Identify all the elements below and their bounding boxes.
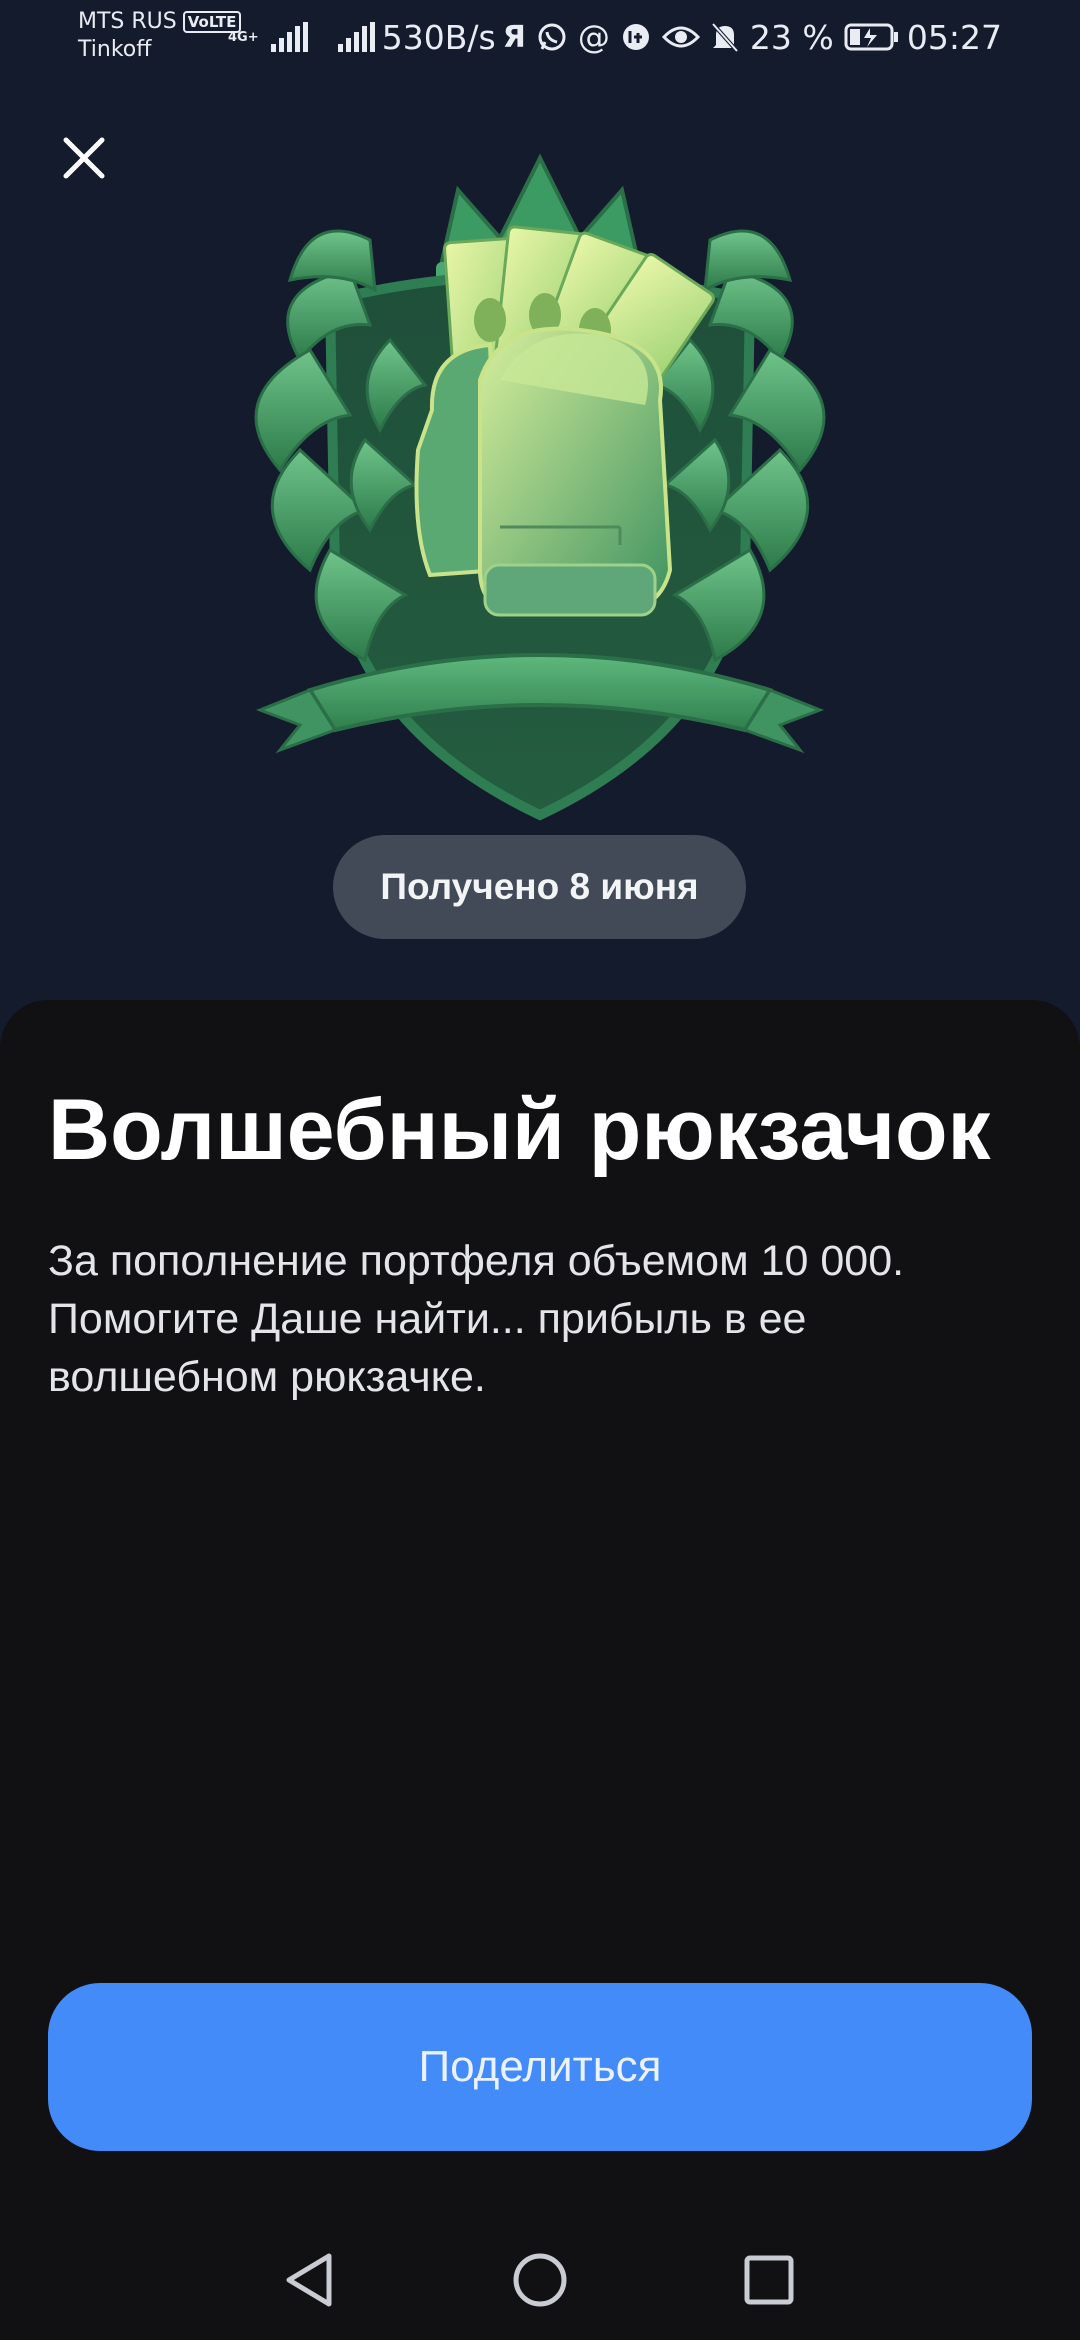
battery-percent: 23 % [749, 17, 834, 57]
eye-icon [661, 23, 700, 51]
clock: 05:27 [906, 17, 1002, 57]
notification-badge-icon [620, 21, 652, 53]
carrier-info: MTS RUS VoLTE Tinkoff [78, 8, 242, 64]
signal-icon [270, 22, 308, 52]
bell-muted-icon [710, 21, 740, 53]
signal-icon [337, 22, 375, 52]
signal-group: 4G+ [228, 22, 375, 52]
achievement-sheet: Волшебный рюкзачок За пополнение портфел… [0, 1000, 1080, 2340]
nav-back-button[interactable] [269, 2240, 349, 2320]
home-icon [513, 2253, 567, 2307]
battery-charging-icon [844, 22, 900, 52]
magic-backpack-badge [254, 153, 826, 821]
achievement-screen: MTS RUS VoLTE Tinkoff 4G+ 530B/s Я @ 23 … [0, 0, 1080, 2340]
achievement-description: За пополнение портфеля объемом 10 000. П… [48, 1237, 905, 1401]
status-bar: MTS RUS VoLTE Tinkoff 4G+ 530B/s Я @ 23 … [0, 0, 1080, 75]
nav-recents-button[interactable] [729, 2240, 809, 2320]
app-label: Tinkoff [78, 37, 152, 62]
received-date-pill: Получено 8 июня [333, 835, 746, 939]
status-icons: 4G+ 530B/s Я @ 23 % 05:27 [228, 14, 1002, 60]
close-button[interactable] [56, 130, 112, 186]
carrier-name: MTS RUS [78, 9, 177, 34]
network-type: 4G+ [228, 29, 259, 45]
at-sign-icon: @ [577, 18, 610, 56]
recents-icon [744, 2255, 794, 2305]
share-button[interactable]: Поделиться [48, 1983, 1032, 2151]
yandex-icon: Я [502, 19, 526, 55]
notification-icons: Я @ 23 % [503, 18, 900, 57]
achievement-title: Волшебный рюкзачок [48, 1082, 991, 1178]
close-icon [63, 137, 105, 179]
system-nav-bar [0, 2220, 1080, 2340]
network-speed: 530B/s [381, 17, 496, 57]
back-icon [286, 2253, 332, 2307]
whatsapp-icon [536, 21, 568, 53]
nav-home-button[interactable] [500, 2240, 580, 2320]
